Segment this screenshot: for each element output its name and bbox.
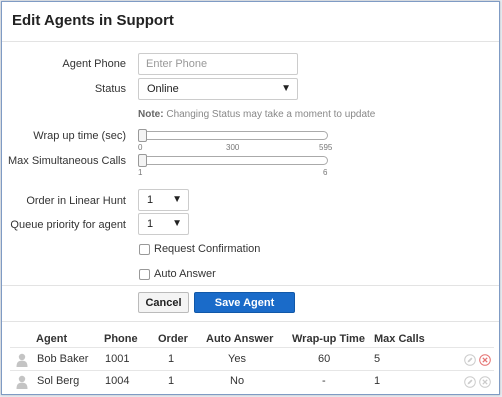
request-confirmation-label[interactable]: Request Confirmation bbox=[154, 243, 260, 255]
max-calls-max-label: 6 bbox=[323, 168, 328, 177]
status-note-prefix: Note: bbox=[138, 109, 164, 120]
dialog-title: Edit Agents in Support bbox=[12, 12, 174, 29]
status-label: Status bbox=[94, 83, 126, 95]
order-select-value: 1 bbox=[147, 194, 154, 206]
table-cell-auto-answer: No bbox=[230, 375, 245, 387]
user-avatar-icon bbox=[16, 353, 28, 367]
table-cell-max-calls: 1 bbox=[374, 375, 381, 387]
table-divider bbox=[2, 321, 499, 322]
status-select-value: Online bbox=[147, 83, 179, 95]
chevron-down-icon: ▼ bbox=[281, 83, 291, 94]
user-avatar-icon bbox=[16, 375, 28, 389]
column-header-auto-answer: Auto Answer bbox=[206, 333, 274, 345]
column-header-agent: Agent bbox=[36, 333, 68, 345]
table-cell-max-calls: 5 bbox=[374, 353, 381, 365]
status-note: Note: Changing Status may take a moment … bbox=[138, 109, 375, 120]
wrap-up-label: Wrap up time (sec) bbox=[33, 130, 126, 142]
status-note-text: Changing Status may take a moment to upd… bbox=[163, 109, 376, 120]
max-calls-slider[interactable] bbox=[138, 154, 328, 167]
wrap-up-slider[interactable] bbox=[138, 129, 328, 142]
edit-pencil-icon[interactable] bbox=[464, 354, 476, 366]
agent-phone-input[interactable] bbox=[138, 53, 298, 75]
chevron-down-icon: ▼ bbox=[172, 218, 182, 229]
max-calls-min-label: 1 bbox=[138, 168, 143, 177]
auto-answer-label[interactable]: Auto Answer bbox=[154, 268, 216, 280]
column-header-max-calls: Max Calls bbox=[374, 333, 425, 345]
table-cell-order: 1 bbox=[168, 353, 175, 365]
delete-x-icon[interactable] bbox=[479, 354, 491, 366]
table-cell-phone: 1001 bbox=[105, 353, 130, 365]
max-calls-slider-handle[interactable] bbox=[138, 154, 147, 167]
table-cell-order: 1 bbox=[168, 375, 175, 387]
table-row-divider bbox=[10, 370, 494, 371]
table-cell-phone: 1004 bbox=[105, 375, 130, 387]
request-confirmation-checkbox[interactable] bbox=[139, 244, 150, 255]
column-header-order: Order bbox=[158, 333, 188, 345]
save-agent-button[interactable]: Save Agent bbox=[194, 292, 295, 313]
auto-answer-checkbox[interactable] bbox=[139, 269, 150, 280]
table-cell-wrap-up: - bbox=[322, 375, 326, 387]
edit-pencil-icon[interactable] bbox=[464, 376, 476, 388]
wrap-up-min-label: 0 bbox=[138, 143, 143, 152]
chevron-down-icon: ▼ bbox=[172, 194, 182, 205]
dialog-header: Edit Agents in Support bbox=[2, 2, 499, 42]
column-header-wrap-up-time: Wrap-up Time bbox=[292, 333, 365, 345]
wrap-up-slider-handle[interactable] bbox=[138, 129, 147, 142]
table-cell-auto-answer: Yes bbox=[228, 353, 246, 365]
queue-priority-select-value: 1 bbox=[147, 218, 154, 230]
delete-x-icon[interactable] bbox=[479, 376, 491, 388]
order-select[interactable]: 1 ▼ bbox=[138, 189, 189, 211]
max-calls-label: Max Simultaneous Calls bbox=[8, 155, 126, 167]
queue-priority-select[interactable]: 1 ▼ bbox=[138, 213, 189, 235]
order-label: Order in Linear Hunt bbox=[26, 195, 126, 207]
column-header-phone: Phone bbox=[104, 333, 138, 345]
status-select[interactable]: Online ▼ bbox=[138, 78, 298, 100]
queue-priority-label: Queue priority for agent bbox=[10, 219, 126, 231]
table-row-divider bbox=[10, 347, 494, 348]
agent-phone-label: Agent Phone bbox=[62, 58, 126, 70]
form-divider bbox=[2, 285, 499, 286]
wrap-up-max-label: 595 bbox=[319, 143, 333, 152]
cancel-button[interactable]: Cancel bbox=[138, 292, 189, 313]
table-cell-agent: Sol Berg bbox=[37, 375, 80, 387]
table-cell-wrap-up: 60 bbox=[318, 353, 331, 365]
edit-agents-dialog: Edit Agents in Support Agent Phone Statu… bbox=[1, 1, 500, 395]
table-cell-agent: Bob Baker bbox=[37, 353, 89, 365]
wrap-up-mid-label: 300 bbox=[226, 143, 240, 152]
